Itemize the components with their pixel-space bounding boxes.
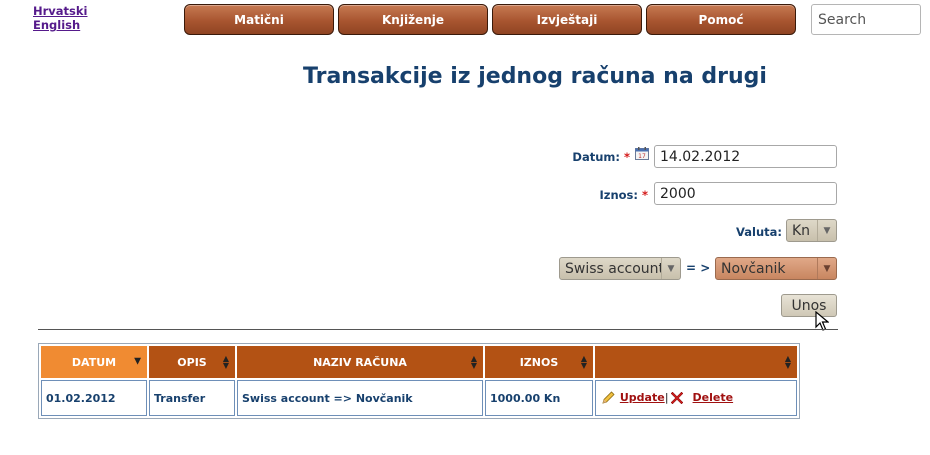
to-account-select[interactable]: Novčanik ▼ [715,257,837,280]
nav-maticni-button[interactable]: Matični [184,4,334,35]
sort-icon: ▲ ▼ [580,354,587,370]
datum-label: Datum: [572,150,620,164]
search-input[interactable] [811,4,921,35]
iznos-field[interactable] [654,182,837,205]
sort-icon: ▲ ▼ [222,354,229,370]
calendar-icon[interactable]: 17 [635,147,649,160]
update-link[interactable]: Update [620,391,665,404]
column-header-actions[interactable]: ▲ ▼ [595,346,797,378]
pencil-icon [602,391,615,404]
nav-knjizenje-button[interactable]: Knjiženje [338,4,488,35]
mouse-cursor-icon [815,311,829,331]
from-account-select[interactable]: Swiss account ▼ [559,257,681,280]
chevron-down-icon: ▼ [661,258,680,279]
cell-opis: Transfer [149,380,235,416]
required-mark: * [641,188,648,202]
column-header-datum[interactable]: DATUM ▼ [41,346,147,378]
iznos-label-wrap: Iznos: * [560,188,648,202]
table-row: 01.02.2012 Transfer Swiss account => Nov… [41,380,797,416]
language-switcher: Hrvatski English [33,4,88,32]
iznos-label: Iznos: [599,188,638,202]
sort-desc-icon: ▼ [134,356,141,367]
valuta-select[interactable]: Kn ▼ [786,219,837,242]
chevron-down-icon: ▼ [817,220,836,241]
cell-iznos: 1000.00 Kn [485,380,593,416]
divider [38,329,838,330]
chevron-down-icon: ▼ [817,258,836,279]
transfer-arrow-text: = > [686,261,711,275]
sort-icon: ▲ ▼ [470,354,477,370]
transactions-table: DATUM ▼ OPIS ▲ ▼ NAZIV RAČUNA ▲ ▼ IZNOS ▲ ▼… [38,343,800,419]
valuta-value: Kn [792,222,811,239]
delete-x-icon[interactable] [669,390,685,406]
required-mark: * [623,150,630,164]
datum-label-wrap: Datum: * [560,150,630,164]
from-account-value: Swiss account [565,260,661,277]
column-header-opis[interactable]: OPIS ▲ ▼ [149,346,235,378]
main-nav: Matični Knjiženje Izvještaji Pomoć [184,4,796,35]
cell-datum: 01.02.2012 [41,380,147,416]
page-title: Transakcije iz jednog računa na drugi [303,64,767,89]
delete-link[interactable]: Delete [693,391,734,404]
valuta-label: Valuta: [735,225,782,239]
lang-hrvatski-link[interactable]: Hrvatski [33,4,88,18]
cell-actions: Update| Delete [595,380,797,416]
to-account-value: Novčanik [721,260,786,277]
cell-naziv-racuna: Swiss account => Novčanik [237,380,483,416]
nav-izvjestaji-button[interactable]: Izvještaji [492,4,642,35]
datum-field[interactable] [654,145,837,168]
column-header-naziv-racuna[interactable]: NAZIV RAČUNA ▲ ▼ [237,346,483,378]
lang-english-link[interactable]: English [33,18,88,32]
nav-pomoc-button[interactable]: Pomoć [646,4,796,35]
column-header-iznos[interactable]: IZNOS ▲ ▼ [485,346,593,378]
svg-text:17: 17 [638,153,646,160]
sort-icon: ▲ ▼ [784,354,791,370]
